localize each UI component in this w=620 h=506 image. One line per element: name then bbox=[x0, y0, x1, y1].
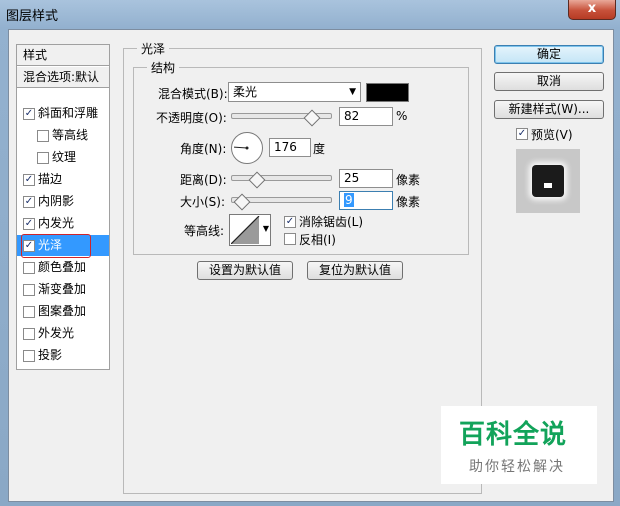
layer-style-dialog: 图层样式 x 样式 混合选项:默认 ✓ 斜面和浮雕 等高线 纹理 ✓ 描边 ✓ 内阴影 ✓ 内发光… bbox=[0, 0, 620, 506]
window-title: 图层样式 bbox=[6, 9, 59, 24]
style-item-label: 描边 bbox=[38, 172, 63, 186]
style-item-checkbox[interactable]: ✓ bbox=[23, 196, 35, 208]
style-item[interactable]: 图案叠加 bbox=[17, 301, 109, 322]
style-item-checkbox[interactable]: ✓ bbox=[23, 108, 35, 120]
style-item-label: 图案叠加 bbox=[38, 304, 87, 318]
style-item-checkbox[interactable] bbox=[37, 130, 49, 142]
style-item[interactable]: ✓ 斜面和浮雕 bbox=[17, 103, 109, 124]
blend-options-item[interactable]: 混合选项:默认 bbox=[17, 67, 109, 88]
style-item-label: 投影 bbox=[38, 348, 63, 362]
style-item[interactable]: 渐变叠加 bbox=[17, 279, 109, 300]
set-default-button[interactable]: 设置为默认值 bbox=[197, 261, 293, 280]
styles-list: 样式 混合选项:默认 ✓ 斜面和浮雕 等高线 纹理 ✓ 描边 ✓ 内阴影 ✓ 内发光 ✓ 光泽 颜色叠加… bbox=[16, 44, 110, 370]
opacity-unit: % bbox=[396, 109, 408, 123]
cancel-button[interactable]: 取消 bbox=[494, 72, 604, 91]
chevron-down-icon: ▼ bbox=[262, 224, 269, 233]
style-item-label: 纹理 bbox=[52, 150, 77, 164]
style-item[interactable]: 外发光 bbox=[17, 323, 109, 344]
style-item-label: 内发光 bbox=[38, 216, 75, 230]
size-unit: 像素 bbox=[396, 195, 421, 209]
style-item-checkbox[interactable] bbox=[37, 152, 49, 164]
close-button[interactable]: x bbox=[568, 0, 616, 20]
style-item-checkbox[interactable] bbox=[23, 284, 35, 296]
contour-curve-icon bbox=[231, 216, 260, 244]
style-item[interactable]: 等高线 bbox=[17, 125, 109, 146]
style-item[interactable]: 纹理 bbox=[17, 147, 109, 168]
distance-unit: 像素 bbox=[396, 173, 421, 187]
reset-default-button[interactable]: 复位为默认值 bbox=[307, 261, 403, 280]
angle-unit: 度 bbox=[313, 142, 326, 156]
style-item-label: 外发光 bbox=[38, 326, 75, 340]
satin-title: 光泽 bbox=[137, 40, 170, 57]
distance-slider-track[interactable] bbox=[231, 175, 332, 181]
style-item-label: 颜色叠加 bbox=[38, 260, 87, 274]
antialias-checkbox[interactable]: ✓ bbox=[284, 216, 296, 228]
angle-dial[interactable] bbox=[230, 131, 264, 165]
chevron-down-icon: ▼ bbox=[349, 87, 356, 97]
new-style-button[interactable]: 新建样式(W)... bbox=[494, 100, 604, 119]
angle-label: 角度(N): bbox=[180, 142, 227, 156]
style-item[interactable]: ✓ 描边 bbox=[17, 169, 109, 190]
opacity-input[interactable]: 82 bbox=[339, 107, 393, 126]
opacity-label: 不透明度(O): bbox=[156, 111, 227, 125]
preview-swatch bbox=[532, 165, 564, 197]
angle-input[interactable]: 176 bbox=[269, 138, 311, 157]
style-item-label: 渐变叠加 bbox=[38, 282, 87, 296]
size-input[interactable]: 9 bbox=[339, 191, 393, 210]
styles-header[interactable]: 样式 bbox=[17, 45, 109, 66]
antialias-label: 消除锯齿(L) bbox=[299, 215, 364, 229]
invert-label: 反相(I) bbox=[299, 233, 336, 247]
style-item-checkbox[interactable] bbox=[23, 328, 35, 340]
contour-label: 等高线: bbox=[184, 224, 225, 238]
distance-input[interactable]: 25 bbox=[339, 169, 393, 188]
blend-mode-label: 混合模式(B): bbox=[158, 87, 228, 101]
size-input-value: 9 bbox=[344, 193, 354, 207]
size-label: 大小(S): bbox=[180, 195, 226, 209]
style-item[interactable]: 投影 bbox=[17, 345, 109, 366]
blend-color-swatch[interactable] bbox=[366, 83, 409, 102]
style-item-checkbox[interactable] bbox=[23, 262, 35, 274]
style-item-label: 斜面和浮雕 bbox=[38, 106, 99, 120]
ok-button[interactable]: 确定 bbox=[494, 45, 604, 64]
style-item-checkbox[interactable]: ✓ bbox=[23, 174, 35, 186]
structure-title: 结构 bbox=[147, 59, 180, 76]
contour-picker[interactable]: ▼ bbox=[229, 214, 271, 246]
watermark-title: 百科全说 bbox=[459, 420, 568, 450]
style-item-checkbox[interactable] bbox=[23, 306, 35, 318]
blend-mode-value: 柔光 bbox=[233, 85, 258, 99]
title-bar[interactable]: 图层样式 x bbox=[0, 0, 620, 28]
watermark: 百科全说 助你轻松解决 bbox=[441, 406, 597, 484]
highlight-box bbox=[21, 234, 91, 258]
preview-thumbnail bbox=[516, 149, 580, 213]
style-item-checkbox[interactable]: ✓ bbox=[23, 218, 35, 230]
style-item-label: 内阴影 bbox=[38, 194, 75, 208]
preview-label: 预览(V) bbox=[531, 128, 573, 142]
invert-checkbox[interactable] bbox=[284, 233, 296, 245]
watermark-subtitle: 助你轻松解决 bbox=[469, 459, 565, 475]
style-item[interactable]: 颜色叠加 bbox=[17, 257, 109, 278]
style-item[interactable]: ✓ 内发光 bbox=[17, 213, 109, 234]
style-item-checkbox[interactable] bbox=[23, 350, 35, 362]
style-item[interactable]: ✓ 内阴影 bbox=[17, 191, 109, 212]
preview-checkbox[interactable]: ✓ bbox=[516, 128, 528, 140]
style-item-label: 等高线 bbox=[52, 128, 89, 142]
dialog-body: 样式 混合选项:默认 ✓ 斜面和浮雕 等高线 纹理 ✓ 描边 ✓ 内阴影 ✓ 内发光 ✓ 光泽 颜色叠加… bbox=[8, 29, 614, 502]
distance-label: 距离(D): bbox=[180, 173, 227, 187]
blend-mode-select[interactable]: 柔光 ▼ bbox=[228, 82, 361, 102]
